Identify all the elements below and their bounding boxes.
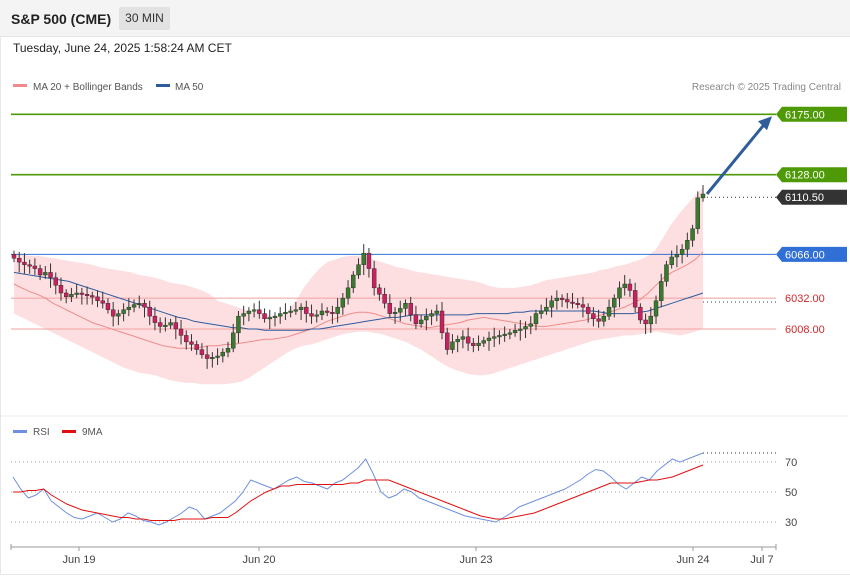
bollinger-band — [14, 187, 703, 385]
x-tick-label: Jun 24 — [676, 554, 709, 566]
level-tag-resistance: 6128.00 — [776, 167, 847, 183]
price-layer: 6175.00 6128.00 6110.50 6066.00 6032.00 6008.… — [11, 106, 847, 385]
credit-text: Research © 2025 Trading Central — [692, 82, 841, 93]
x-tick-label: Jun 23 — [459, 554, 492, 566]
x-tick-label: Jul 7 — [750, 554, 773, 566]
x-tick-label: Jun 19 — [62, 554, 95, 566]
rsi-tick-label: 30 — [785, 517, 797, 529]
x-tick-label: Jun 20 — [242, 554, 275, 566]
ma20-legend-label: MA 20 + Bollinger Bands — [33, 82, 143, 93]
rsi-line — [12, 452, 704, 526]
level-label: 6066.00 — [785, 249, 825, 261]
level-label: 6128.00 — [785, 170, 825, 182]
candle — [695, 191, 700, 234]
ma20-legend-swatch — [13, 84, 27, 87]
level-tag-resistance: 6175.00 — [776, 106, 847, 122]
rsi-ma-line — [13, 464, 704, 521]
level-tag-current: 6110.50 — [776, 189, 847, 205]
level-tag-pivot: 6066.00 — [776, 246, 847, 262]
level-label: 6032.00 — [785, 293, 825, 305]
rsi-layer: 70 50 30 — [11, 452, 797, 529]
rsi-legend-label: RSI — [33, 427, 50, 438]
rsi-tick-label: 50 — [785, 487, 797, 499]
rsi-legend-swatch — [13, 430, 27, 433]
price-chart[interactable]: MA 20 + Bollinger Bands MA 50 Research ©… — [0, 0, 850, 576]
rsi-ma-legend-swatch — [62, 430, 76, 433]
ma50-legend-label: MA 50 — [175, 82, 204, 93]
level-label: 6175.00 — [785, 109, 825, 121]
rsi-ma-legend-label: 9MA — [82, 427, 103, 438]
projection-arrow — [705, 121, 768, 195]
level-label: 6110.50 — [785, 192, 824, 204]
level-label: 6008.00 — [785, 324, 825, 336]
ma50-legend-swatch — [156, 84, 170, 87]
rsi-tick-label: 70 — [785, 457, 797, 469]
